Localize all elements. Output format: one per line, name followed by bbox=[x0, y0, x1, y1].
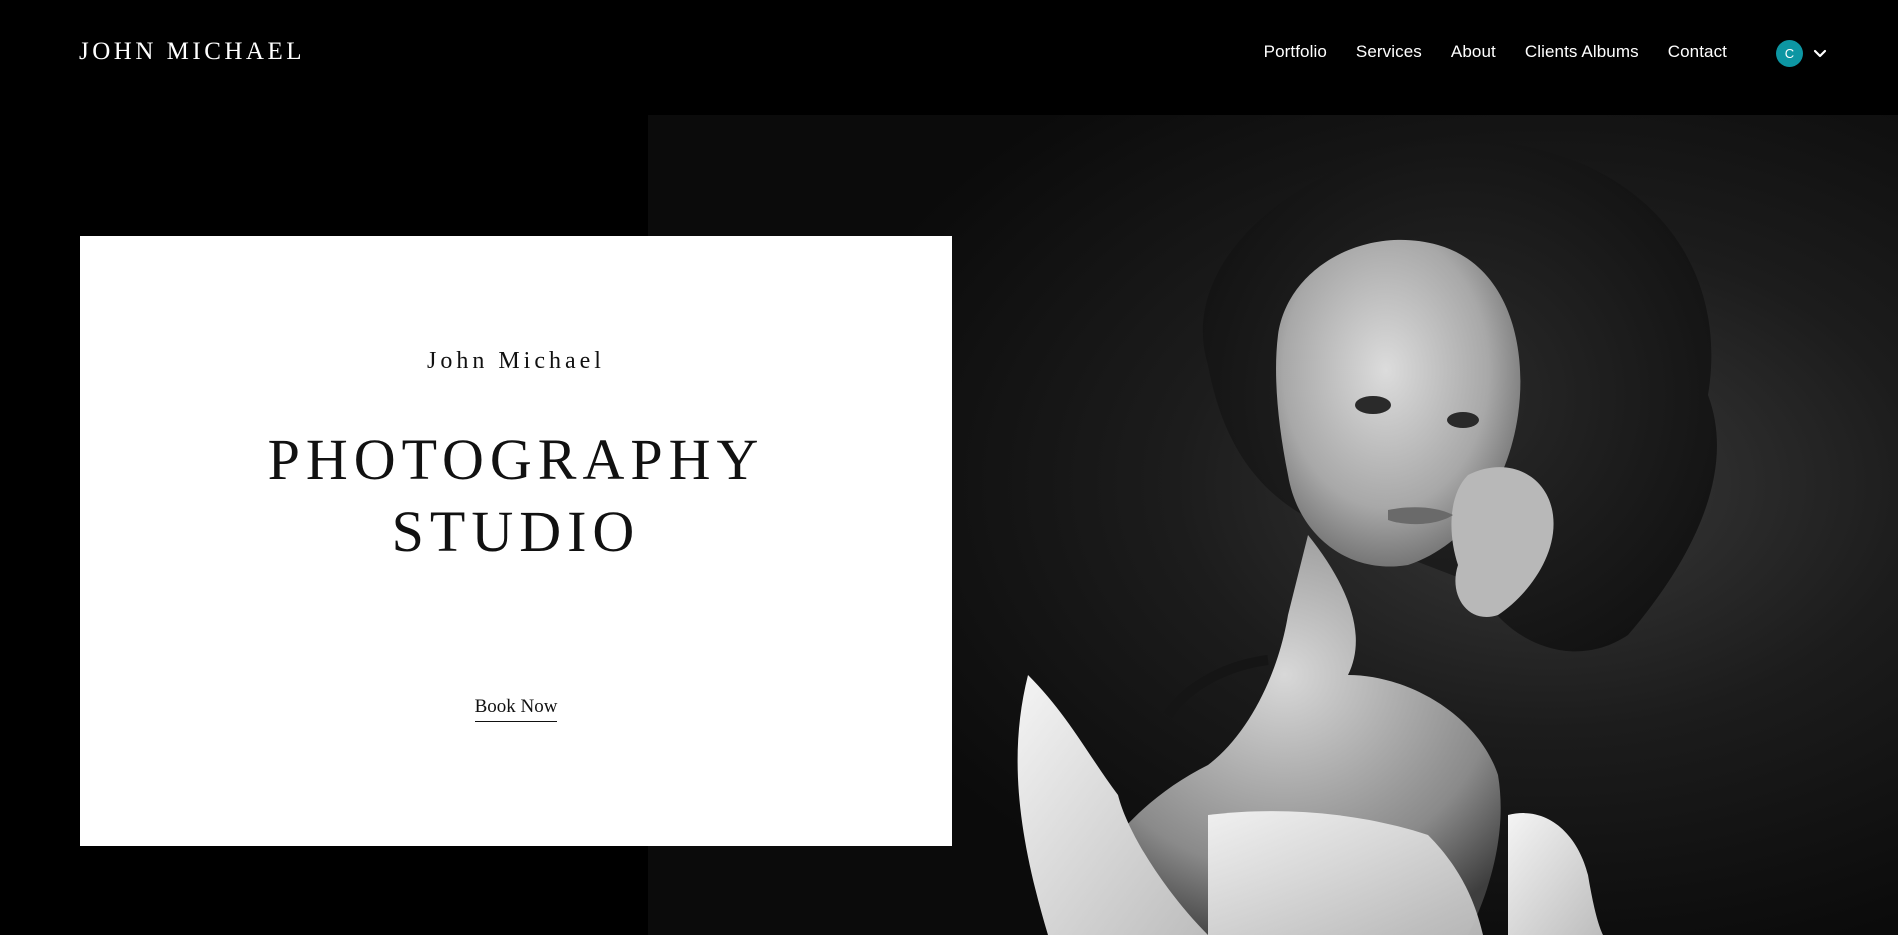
hero-card: John Michael PHOTOGRAPHY STUDIO Book Now bbox=[80, 236, 952, 846]
hero-title-line-2: STUDIO bbox=[391, 499, 641, 564]
nav-item-contact[interactable]: Contact bbox=[1668, 42, 1727, 62]
book-now-link[interactable]: Book Now bbox=[474, 696, 558, 722]
avatar[interactable]: C bbox=[1776, 40, 1803, 67]
site-header: JOHN MICHAEL Portfolio Services About Cl… bbox=[0, 0, 1898, 115]
site-logo[interactable]: JOHN MICHAEL bbox=[79, 38, 305, 66]
nav-item-services[interactable]: Services bbox=[1356, 42, 1422, 62]
nav-item-clients-albums[interactable]: Clients Albums bbox=[1525, 42, 1639, 62]
book-now-wrapper: Book Now bbox=[80, 696, 952, 722]
hero-subtitle: John Michael bbox=[427, 348, 605, 374]
nav-item-portfolio[interactable]: Portfolio bbox=[1264, 42, 1327, 62]
account-menu[interactable]: C bbox=[1776, 40, 1827, 67]
main-nav: Portfolio Services About Clients Albums … bbox=[1264, 42, 1727, 62]
hero-title: PHOTOGRAPHY STUDIO bbox=[80, 424, 952, 568]
page: JOHN MICHAEL Portfolio Services About Cl… bbox=[0, 0, 1898, 935]
nav-item-about[interactable]: About bbox=[1451, 42, 1496, 62]
chevron-down-icon[interactable] bbox=[1813, 49, 1827, 59]
hero-title-line-1: PHOTOGRAPHY bbox=[267, 427, 765, 492]
